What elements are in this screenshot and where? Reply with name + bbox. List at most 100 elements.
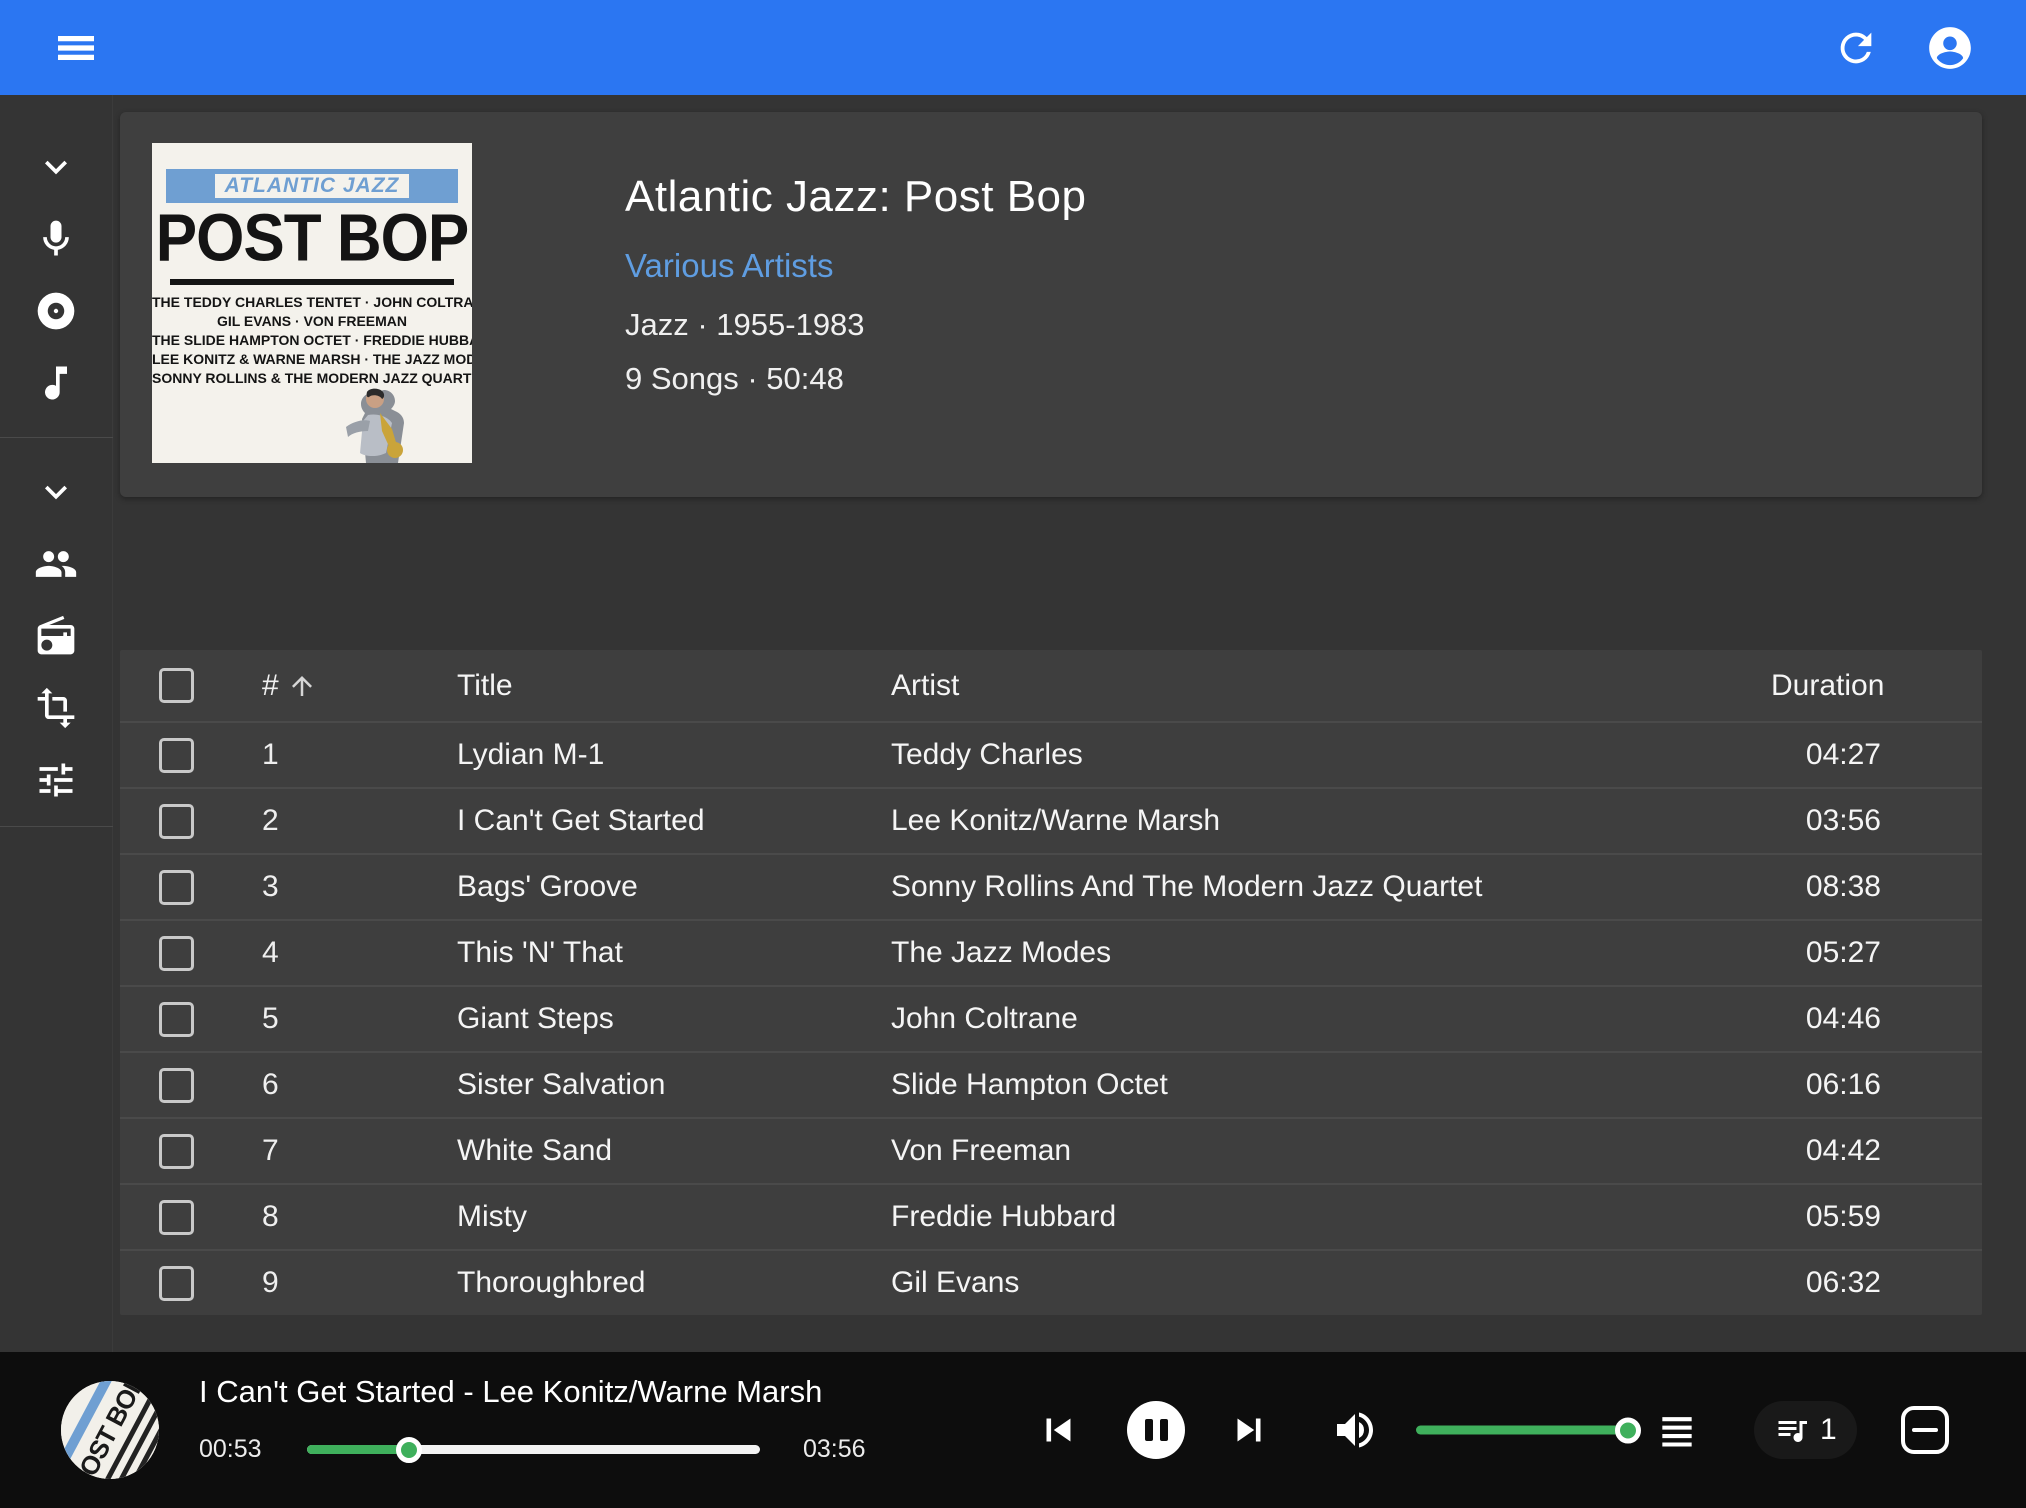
volume-up-icon — [1331, 1406, 1379, 1454]
row-checkbox[interactable] — [159, 738, 194, 773]
song-duration: 03:56 — [1771, 804, 1881, 838]
sort-ascending-icon[interactable] — [287, 671, 317, 701]
sidebar — [0, 95, 113, 1352]
row-checkbox[interactable] — [159, 936, 194, 971]
pause-button[interactable] — [1127, 1401, 1185, 1459]
album-disc-icon — [34, 289, 78, 333]
now-playing-artwork[interactable]: POST BOP — [61, 1381, 159, 1479]
song-duration: 06:32 — [1771, 1266, 1881, 1300]
header-title[interactable]: Title — [457, 669, 891, 703]
header-number[interactable]: # — [262, 669, 457, 703]
song-number: 8 — [262, 1200, 457, 1234]
sidebar-item-songs[interactable] — [28, 355, 84, 411]
song-artist: Gil Evans — [891, 1266, 1771, 1300]
song-title: White Sand — [457, 1134, 891, 1168]
music-note-icon — [34, 361, 78, 405]
select-all-checkbox[interactable] — [159, 668, 194, 703]
album-artist-link[interactable]: Various Artists — [625, 247, 833, 285]
row-checkbox[interactable] — [159, 1002, 194, 1037]
volume-knob[interactable] — [1615, 1417, 1641, 1443]
account-circle-icon — [1925, 23, 1975, 73]
row-checkbox[interactable] — [159, 870, 194, 905]
pause-icon — [1127, 1401, 1185, 1459]
row-checkbox[interactable] — [159, 804, 194, 839]
song-title: This 'N' That — [457, 936, 891, 970]
table-row[interactable]: 4 This 'N' That The Jazz Modes 05:27 — [120, 919, 1982, 985]
table-row[interactable]: 3 Bags' Groove Sonny Rollins And The Mod… — [120, 853, 1982, 919]
song-artist: John Coltrane — [891, 1002, 1771, 1036]
header-artist[interactable]: Artist — [891, 669, 1771, 703]
volume-button[interactable] — [1331, 1406, 1379, 1454]
row-checkbox[interactable] — [159, 1266, 194, 1301]
table-row[interactable]: 6 Sister Salvation Slide Hampton Octet 0… — [120, 1051, 1982, 1117]
row-checkbox[interactable] — [159, 1068, 194, 1103]
song-title: Bags' Groove — [457, 870, 891, 904]
sidebar-item-settings[interactable] — [28, 752, 84, 808]
table-row[interactable]: 7 White Sand Von Freeman 04:42 — [120, 1117, 1982, 1183]
chevron-down-icon — [34, 470, 78, 514]
song-duration: 08:38 — [1771, 870, 1881, 904]
table-row[interactable]: 1 Lydian M-1 Teddy Charles 04:27 — [120, 721, 1982, 787]
song-duration: 04:46 — [1771, 1002, 1881, 1036]
account-button[interactable] — [1920, 18, 1980, 78]
sidebar-item-artists[interactable] — [28, 211, 84, 267]
row-checkbox[interactable] — [159, 1200, 194, 1235]
seek-fill — [307, 1445, 409, 1454]
song-title: Misty — [457, 1200, 891, 1234]
album-cover-art: ATLANTIC JAZZ POST BOP THE TEDDY CHARLES… — [152, 143, 472, 463]
previous-button[interactable] — [1035, 1407, 1081, 1453]
table-row[interactable]: 9 Thoroughbred Gil Evans 06:32 — [120, 1249, 1982, 1315]
sidebar-item-albums[interactable] — [28, 283, 84, 339]
skip-previous-icon — [1035, 1407, 1081, 1453]
sidebar-item-radio[interactable] — [28, 608, 84, 664]
elapsed-time: 00:53 — [199, 1435, 269, 1464]
cover-rule — [170, 279, 454, 285]
table-header-row: # Title Artist Duration — [120, 650, 1982, 721]
queue-button[interactable] — [1655, 1408, 1699, 1452]
song-artist: Teddy Charles — [891, 738, 1771, 772]
song-title: I Can't Get Started — [457, 804, 891, 838]
menu-button[interactable] — [46, 18, 106, 78]
skip-next-icon — [1226, 1407, 1272, 1453]
song-number: 3 — [262, 870, 457, 904]
playlist-count: 1 — [1820, 1413, 1837, 1447]
toggle-mini-player-button[interactable] — [1901, 1406, 1949, 1454]
song-artist: Freddie Hubbard — [891, 1200, 1771, 1234]
sidebar-collapse-top[interactable] — [28, 139, 84, 195]
seek-row: 00:53 03:56 — [199, 1435, 883, 1464]
seek-bar[interactable] — [307, 1445, 760, 1454]
table-body: 1 Lydian M-1 Teddy Charles 04:27 2 I Can… — [120, 721, 1982, 1315]
sidebar-item-transcode[interactable] — [28, 680, 84, 736]
sidebar-divider — [0, 826, 113, 827]
now-playing-title: I Can't Get Started - Lee Konitz/Warne M… — [199, 1374, 822, 1410]
cover-title: POST BOP — [152, 200, 472, 277]
song-artist: Slide Hampton Octet — [891, 1068, 1771, 1102]
volume-slider[interactable] — [1416, 1426, 1628, 1435]
cover-label: ATLANTIC JAZZ — [215, 174, 410, 198]
song-duration: 05:59 — [1771, 1200, 1881, 1234]
song-artist: Von Freeman — [891, 1134, 1771, 1168]
song-number: 9 — [262, 1266, 457, 1300]
header-duration[interactable]: Duration — [1771, 669, 1881, 703]
playlist-count-badge[interactable]: 1 — [1754, 1401, 1857, 1459]
cover-top-band: ATLANTIC JAZZ — [166, 169, 458, 203]
refresh-button[interactable] — [1826, 18, 1886, 78]
main-area: ATLANTIC JAZZ POST BOP THE TEDDY CHARLES… — [113, 95, 2026, 1352]
song-number: 1 — [262, 738, 457, 772]
table-row[interactable]: 8 Misty Freddie Hubbard 05:59 — [120, 1183, 1982, 1249]
sidebar-item-users[interactable] — [28, 536, 84, 592]
queue-list-icon — [1655, 1408, 1699, 1452]
sidebar-collapse-bottom[interactable] — [28, 464, 84, 520]
header-checkbox-cell — [120, 668, 262, 703]
people-icon — [34, 542, 78, 586]
tune-icon — [34, 758, 78, 802]
album-genre-years: Jazz · 1955-1983 — [625, 307, 1087, 343]
album-song-count: 9 Songs · 50:48 — [625, 361, 1087, 397]
player-bar: POST BOP I Can't Get Started - Lee Konit… — [0, 1352, 2026, 1508]
row-checkbox[interactable] — [159, 1134, 194, 1169]
table-row[interactable]: 2 I Can't Get Started Lee Konitz/Warne M… — [120, 787, 1982, 853]
seek-knob[interactable] — [396, 1437, 422, 1463]
song-title: Giant Steps — [457, 1002, 891, 1036]
next-button[interactable] — [1226, 1407, 1272, 1453]
table-row[interactable]: 5 Giant Steps John Coltrane 04:46 — [120, 985, 1982, 1051]
